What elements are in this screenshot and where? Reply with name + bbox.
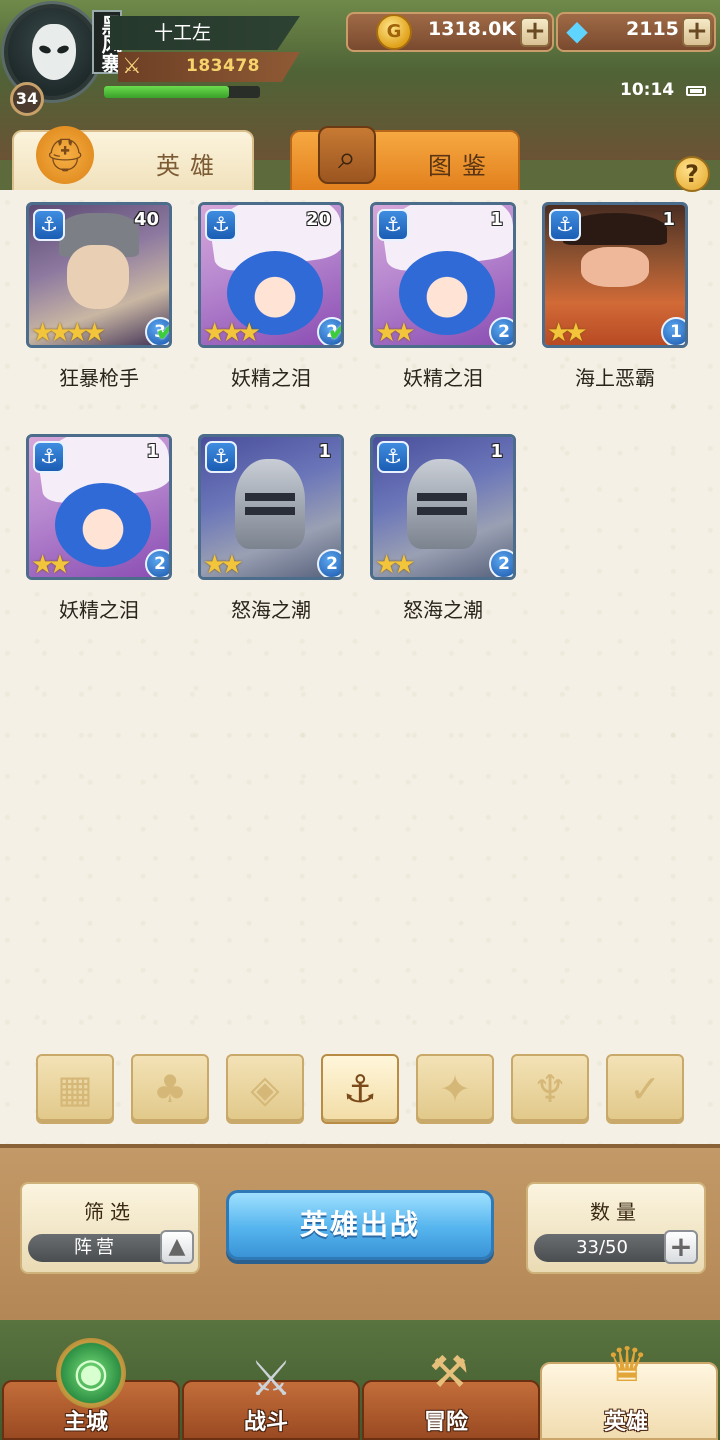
hero-level: 1 — [146, 441, 159, 462]
add-gems-button[interactable]: + — [682, 17, 712, 47]
crossed-swords-icon: ⚔ — [122, 54, 142, 79]
anchor-faction-icon: ⚓ — [377, 209, 409, 241]
exp-bar-fill — [104, 86, 229, 98]
anchor-faction-icon: ⚓ — [377, 441, 409, 473]
filter-title: 筛选 — [84, 1200, 136, 1224]
count-title: 数量 — [590, 1200, 642, 1224]
hero-name: 怒海之潮 — [231, 598, 311, 622]
power-value: 183478 — [186, 56, 260, 76]
hero-rank-badge: 1 — [661, 317, 685, 345]
deployed-check-icon: ✔ — [327, 315, 341, 345]
filter-leaf-button[interactable]: ♣ — [131, 1054, 209, 1124]
hero-name: 妖精之泪 — [59, 598, 139, 622]
hero-stars: ★★★★ — [31, 318, 106, 348]
nav-adventure-label: 冒险 — [424, 1410, 469, 1435]
nav-battle-label: 战斗 — [244, 1410, 289, 1435]
hero-rank-badge: 2 — [489, 317, 513, 345]
hero-rank-badge: 2 — [145, 549, 169, 577]
hero-card[interactable]: ⚓40★★★★3✔狂暴枪手 — [26, 202, 172, 402]
player-name: 十工左 — [110, 16, 300, 50]
hero-rank-badge: 2 — [489, 549, 513, 577]
hero-portrait: ⚓ 1 ★★ 2 — [198, 434, 344, 580]
deploy-heroes-button[interactable]: 英雄出战 — [226, 1190, 494, 1260]
player-level-badge: 34 — [10, 82, 44, 116]
hero-level: 1 — [490, 209, 503, 230]
filter-diamond-button[interactable]: ◈ — [226, 1054, 304, 1124]
hero-level: 1 — [318, 441, 331, 462]
hero-rank-badge: 2 — [317, 549, 341, 577]
hero-portrait: ⚓ 1 ★★ 2 — [370, 202, 516, 348]
hero-card[interactable]: ⚓ 1 ★★ 2 怒海之潮 — [370, 434, 516, 634]
tab-heroes-label: 英雄 — [156, 152, 224, 180]
hero-card[interactable]: ⚓ 1 ★★ 2 妖精之泪 — [26, 434, 172, 634]
filter-anchor-button[interactable]: ⚓ — [321, 1054, 399, 1124]
magnifier-icon: ⌕ — [318, 126, 376, 184]
hero-stars: ★★★ — [203, 318, 261, 348]
battery-icon — [686, 86, 706, 96]
hero-name: 怒海之潮 — [403, 598, 483, 622]
help-button[interactable]: ? — [674, 156, 710, 192]
anchor-faction-icon: ⚓ — [33, 441, 65, 473]
hero-name: 妖精之泪 — [231, 366, 311, 390]
hero-stars: ★★ — [31, 550, 72, 580]
add-gold-button[interactable]: + — [520, 17, 550, 47]
tab-codex-label: 图鉴 — [428, 152, 496, 180]
filter-all-button[interactable]: ▦ — [36, 1054, 114, 1124]
hero-name: 海上恶霸 — [575, 366, 655, 390]
crown-emblem-icon: ♛ — [605, 1337, 649, 1393]
gem-value: 2115 — [626, 18, 679, 40]
hero-portrait: ⚓ 1 ★★ 2 — [370, 434, 516, 580]
helmet-icon: ⛑ — [36, 126, 94, 184]
nav-main-city-label: 主城 — [64, 1410, 109, 1435]
hero-level: 1 — [662, 209, 675, 230]
map-scroll-icon: ⚒ — [429, 1347, 469, 1398]
filter-beast-button[interactable]: ✦ — [416, 1054, 494, 1124]
hero-portrait: ⚓ 1 ★★ 2 — [26, 434, 172, 580]
hero-card[interactable]: ⚓ 1 ★★ 1 海上恶霸 — [542, 202, 688, 402]
hero-card[interactable]: ⚓20★★★2✔妖精之泪 — [198, 202, 344, 402]
hero-name: 狂暴枪手 — [59, 366, 139, 390]
anchor-faction-icon: ⚓ — [549, 209, 581, 241]
expand-slots-button[interactable]: + — [664, 1230, 698, 1264]
main-city-icon: ◉ — [56, 1338, 126, 1408]
hero-level: 40 — [133, 209, 159, 230]
hero-level: 1 — [490, 441, 503, 462]
gold-value: 1318.0K — [428, 18, 517, 40]
mask-icon — [32, 24, 76, 80]
gold-coin-icon: G — [376, 14, 412, 50]
hero-portrait: ⚓20★★★2✔ — [198, 202, 344, 348]
status-clock: 10:14 — [620, 80, 675, 100]
hero-level: 20 — [305, 209, 331, 230]
diamond-icon: ◆ — [566, 14, 588, 47]
nav-heroes-label: 英雄 — [604, 1410, 649, 1435]
hero-name: 妖精之泪 — [403, 366, 483, 390]
hero-stars: ★★ — [375, 318, 416, 348]
hero-card[interactable]: ⚓ 1 ★★ 2 怒海之潮 — [198, 434, 344, 634]
hero-stars: ★★ — [203, 550, 244, 580]
filter-toggle-button[interactable]: ▲ — [160, 1230, 194, 1264]
exp-bar — [104, 86, 260, 98]
hero-portrait: ⚓ 1 ★★ 1 — [542, 202, 688, 348]
filter-wings-button[interactable]: ✓ — [606, 1054, 684, 1124]
hero-stars: ★★ — [375, 550, 416, 580]
anchor-faction-icon: ⚓ — [205, 441, 237, 473]
anchor-faction-icon: ⚓ — [205, 209, 237, 241]
hero-card[interactable]: ⚓ 1 ★★ 2 妖精之泪 — [370, 202, 516, 402]
hero-stars: ★★ — [547, 318, 588, 348]
anchor-faction-icon: ⚓ — [33, 209, 65, 241]
hero-portrait: ⚓40★★★★3✔ — [26, 202, 172, 348]
deployed-check-icon: ✔ — [155, 315, 169, 345]
filter-horns-button[interactable]: ♆ — [511, 1054, 589, 1124]
